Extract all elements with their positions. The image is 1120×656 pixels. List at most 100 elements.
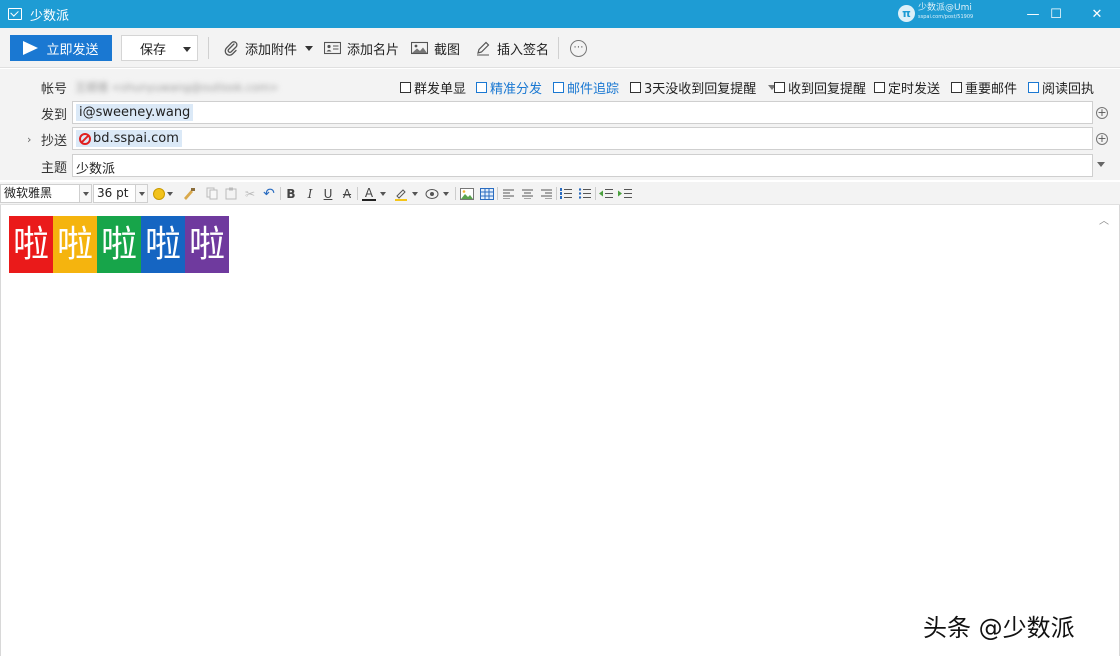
invalid-address-icon [79,132,91,145]
underline-button[interactable]: U [321,186,335,201]
numbered-list-icon[interactable] [559,186,573,201]
checkbox[interactable] [553,82,564,93]
option-no-reply-reminder[interactable]: 3天没收到回复提醒 [630,78,777,97]
checkbox[interactable] [774,82,785,93]
footer-watermark: 头条 @少数派 [923,614,1075,642]
highlight-icon[interactable] [393,186,409,201]
format-divider [280,187,281,200]
clear-format-dropdown-icon[interactable] [442,186,450,201]
option-label: 邮件追踪 [567,82,620,97]
add-recipient-icon[interactable]: + [1096,107,1108,119]
cc-recipient-chip[interactable]: bd.sspai.com [76,130,182,147]
add-cc-icon[interactable]: + [1096,133,1108,145]
more-options-icon: ⋯ [570,39,587,57]
recipient-chip[interactable]: i@sweeney.wang [76,104,194,121]
checkbox[interactable] [630,82,641,93]
insert-table-icon[interactable] [479,186,494,201]
checkbox[interactable] [400,82,411,93]
clear-format-icon[interactable] [424,186,440,201]
send-icon [23,41,39,55]
compose-toolbar: 立即发送 保存 添加附件 添加名片 截图 插入签名 ⋯ [0,28,1120,68]
screenshot-button[interactable]: 截图 [411,35,460,61]
checkbox[interactable] [951,82,962,93]
format-divider [497,187,498,200]
save-dropdown-icon[interactable] [183,47,191,52]
subject-field[interactable]: 少数派 [72,154,1093,177]
checkbox[interactable] [476,82,487,93]
insert-signature-button[interactable]: 插入签名 [475,35,549,61]
option-label: 重要邮件 [965,82,1018,97]
cc-field[interactable]: bd.sspai.com [72,127,1093,150]
cut-icon[interactable]: ✂ [243,186,257,201]
paste-icon[interactable] [224,186,238,201]
indent-icon[interactable] [617,186,633,201]
highlight-dropdown-icon[interactable] [411,186,419,201]
watermark-line2: sspai.com/post/51909 [918,14,974,20]
save-label: 保存 [140,42,167,58]
recipient-address: i@sweeney.wang [79,105,191,120]
align-center-icon[interactable] [520,186,534,201]
insert-signature-label: 插入签名 [497,42,550,58]
send-now-label: 立即发送 [46,42,99,58]
save-button[interactable]: 保存 [121,35,198,61]
title-bar: 少数派 π 少数派@Umi sspai.com/post/51909 — ☐ ✕ [0,0,1120,28]
format-painter-icon[interactable] [181,186,197,201]
checkbox[interactable] [1028,82,1039,93]
font-color-dropdown-icon[interactable] [379,186,387,201]
scroll-up-icon[interactable]: ︿ [1099,212,1109,227]
pen-icon [477,41,490,56]
checkbox[interactable] [874,82,885,93]
rainbow-char-yellow: 啦 [53,216,97,273]
subject-options-icon[interactable] [1097,162,1105,167]
subject-value: 少数派 [76,162,116,177]
format-divider [455,187,456,200]
bold-button[interactable]: B [284,186,298,201]
option-label: 群发单显 [414,82,467,97]
insert-image-icon[interactable] [459,186,474,201]
option-precise-distribution[interactable]: 精准分发 [476,78,542,97]
option-read-receipt[interactable]: 阅读回执 [1028,78,1094,97]
to-label: 发到 [40,108,67,123]
option-mail-tracking[interactable]: 邮件追踪 [553,78,619,97]
option-reply-received-reminder[interactable]: 收到回复提醒 [774,78,866,97]
message-body-editor[interactable]: 啦 啦 啦 啦 啦 ︿ 头条 @少数派 [0,205,1120,656]
align-left-icon[interactable] [501,186,515,201]
outdent-icon[interactable] [598,186,614,201]
to-field[interactable]: i@sweeney.wang [72,101,1093,124]
account-value[interactable]: 王顺禧 <shunyuwang@outlook.com> [75,79,279,95]
more-options-button[interactable]: ⋯ [570,35,587,61]
chevron-down-icon[interactable] [79,185,91,202]
format-divider [595,187,596,200]
strikethrough-button[interactable]: A [340,186,354,201]
font-family-select[interactable]: 微软雅黑 [0,184,92,203]
add-attachment-button[interactable]: 添加附件 [223,35,314,61]
option-label: 收到回复提醒 [788,82,867,97]
close-button[interactable]: ✕ [1074,0,1120,28]
send-now-button[interactable]: 立即发送 [10,35,112,61]
font-size-select[interactable]: 36 pt [93,184,148,203]
watermark-line1: 少数派@Umi [918,3,972,13]
add-card-button[interactable]: 添加名片 [324,35,399,61]
undo-icon[interactable]: ↶ [262,186,276,202]
option-group-send-single[interactable]: 群发单显 [400,78,466,97]
cc-address: bd.sspai.com [93,131,179,146]
option-label: 定时发送 [888,82,941,97]
pi-logo-icon: π [898,4,915,22]
format-divider [556,187,557,200]
chevron-down-icon[interactable] [135,185,147,202]
font-color-button[interactable]: A [362,186,376,201]
emoji-icon[interactable] [152,186,174,201]
option-scheduled-send[interactable]: 定时发送 [874,78,940,97]
format-toolbar: 微软雅黑 36 pt ✂ ↶ B I U A A [0,182,1120,205]
align-right-icon[interactable] [539,186,553,201]
maximize-button[interactable]: ☐ [1033,0,1079,28]
bullet-list-icon[interactable] [578,186,592,201]
italic-button[interactable]: I [303,186,317,201]
attachment-dropdown-icon[interactable] [305,45,314,51]
font-size-value: 36 pt [97,186,129,200]
paperclip-icon [224,41,238,56]
copy-icon[interactable] [205,186,219,201]
expand-cc-icon[interactable]: › [27,133,31,146]
cc-label: 抄送 [40,134,67,149]
option-important-mail[interactable]: 重要邮件 [951,78,1017,97]
